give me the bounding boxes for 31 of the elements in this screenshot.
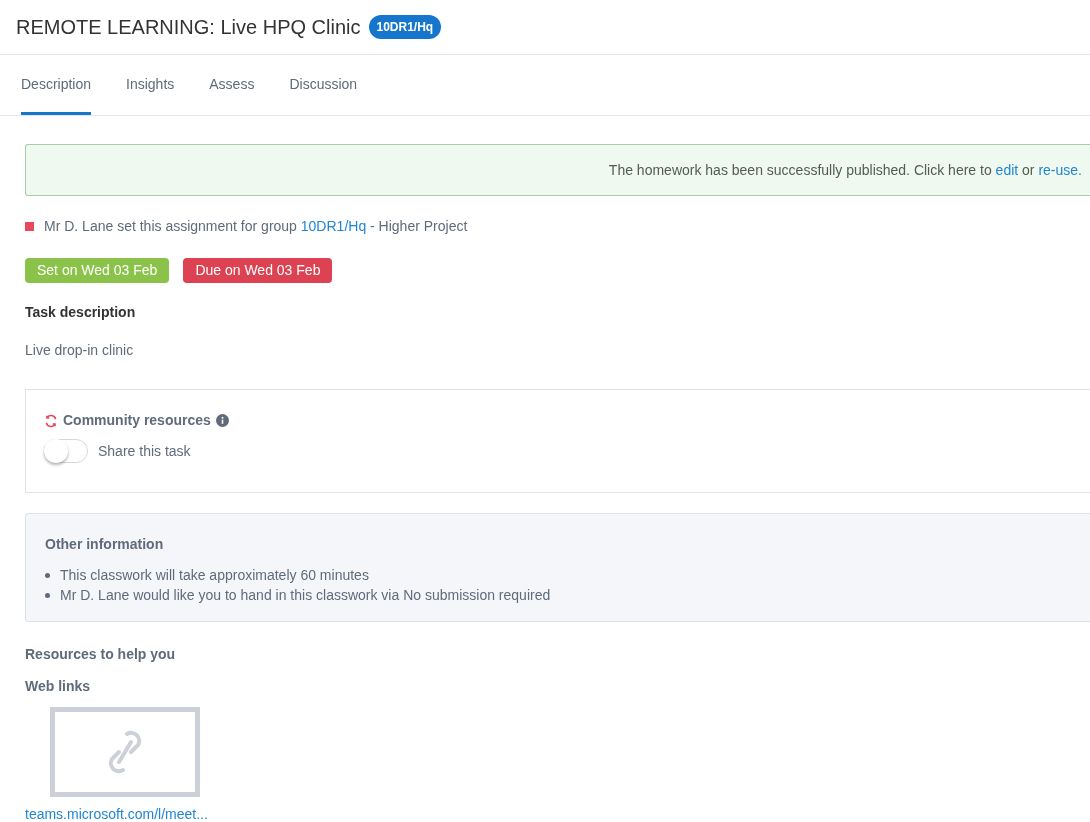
tab[interactable]: Discussion: [289, 55, 358, 115]
tab[interactable]: Description: [21, 55, 92, 115]
task-text: Live drop-in clinic: [25, 341, 135, 360]
info-item: This classwork will take approximately 60 minutes: [60, 565, 369, 585]
other-info-heading: Other information: [45, 535, 165, 554]
share-toggle[interactable]: [44, 439, 88, 463]
date-label: Due on Wed 03 Feb: [183, 258, 333, 283]
bullet-icon: [45, 572, 50, 578]
group-badge: 10DR1/Hq: [368, 15, 442, 39]
task-heading: Task description: [25, 303, 137, 322]
info-icon: [215, 414, 229, 427]
resources-heading: Resources to help you: [25, 645, 177, 664]
tab[interactable]: Assess: [209, 55, 255, 115]
group-link[interactable]: 10DR1/Hq: [300, 218, 367, 234]
banner-message: The homework has been successfully published. Click here to edit or re-use.: [608, 160, 1082, 180]
bullet-icon: [45, 592, 50, 598]
assignment-info: Mr D. Lane set this assignment for group 10DR1/Hq - Higher Project: [44, 217, 468, 236]
reuse-link[interactable]: re-use.: [1038, 161, 1082, 178]
community-title: Community resources: [63, 411, 211, 430]
link-thumbnail[interactable]: [50, 707, 200, 797]
web-links-heading: Web links: [25, 677, 92, 696]
tab[interactable]: Insights: [126, 55, 175, 115]
sync-icon: [44, 413, 58, 428]
edit-link[interactable]: edit: [995, 161, 1019, 178]
page-title: REMOTE LEARNING: Live HPQ Clinic: [16, 15, 361, 40]
web-link[interactable]: teams.microsoft.com/l/meet...: [25, 804, 1090, 822]
share-label: Share this task: [98, 441, 191, 461]
group-color-icon: [25, 222, 34, 231]
link-icon: [107, 728, 143, 776]
date-label: Set on Wed 03 Feb: [25, 258, 170, 283]
info-item: Mr D. Lane would like you to hand in this classwork via No submission required: [60, 585, 551, 605]
